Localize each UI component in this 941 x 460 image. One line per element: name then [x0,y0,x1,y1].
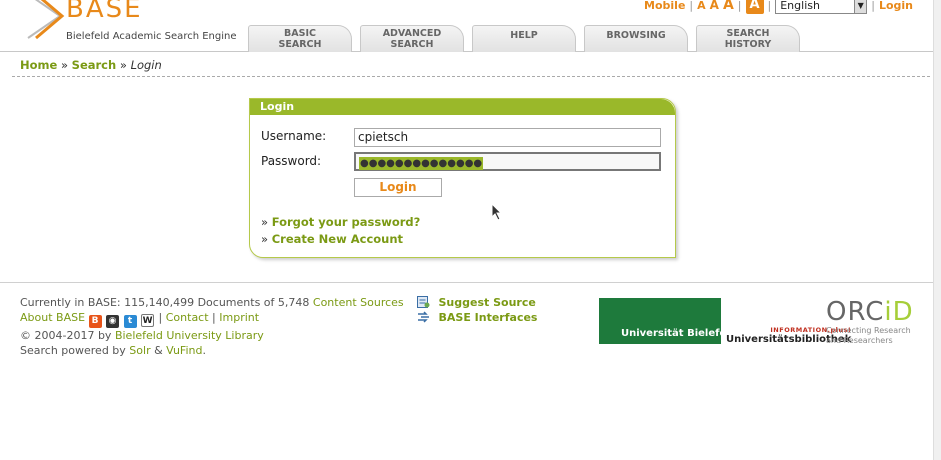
footer-copyright-line: © 2004-2017 by Bielefeld University Libr… [20,328,404,343]
bullet: » [261,232,269,246]
font-size-small-button[interactable]: A [697,0,706,12]
mobile-link[interactable]: Mobile [644,0,685,12]
breadcrumb-current: Login [130,58,162,72]
site-header: BASE Bielefeld Academic Search Engine Mo… [0,0,941,52]
divider [12,76,930,77]
footer-stats-text: Currently in BASE: 115,140,499 Documents… [20,296,310,309]
solr-link[interactable]: Solr [129,344,150,357]
username-label: Username: [261,129,327,143]
password-value: ●●●●●●●●●●●●●● [359,157,484,170]
username-field[interactable]: cpietsch [354,128,661,147]
orcid-logo[interactable]: ORCiD Connecting Research and Researcher… [826,298,914,346]
base-interfaces-row: BASE Interfaces [417,310,537,325]
suggest-source-row: Suggest Source [417,295,537,310]
bullet: » [261,215,269,229]
scrollbar[interactable] [933,0,941,460]
tab-search-history[interactable]: SEARCH HISTORY [696,25,800,52]
wikipedia-icon[interactable]: W [141,314,155,327]
create-account-link[interactable]: Create New Account [272,232,403,246]
uni-bielefeld-logo[interactable]: Universität Bielefeld [599,298,737,344]
footer-tools: Suggest Source BASE Interfaces [417,295,537,325]
breadcrumb-separator: » [60,58,69,72]
suggest-source-icon [417,296,430,308]
separator: | [737,0,742,12]
blog-icon[interactable]: B [88,315,102,328]
login-submit-button[interactable]: Login [354,178,442,197]
tab-advanced-search[interactable]: ADVANCED SEARCH [360,25,464,52]
password-field[interactable]: ●●●●●●●●●●●●●● [354,152,661,171]
footer-info: Currently in BASE: 115,140,499 Documents… [20,295,404,358]
orcid-tagline-1: Connecting Research [826,326,911,335]
tab-label-line1: ADVANCED [382,28,442,39]
base-interfaces-link[interactable]: BASE Interfaces [439,311,538,324]
orcid-wordmark: ORCiD [826,298,914,326]
library-link[interactable]: Bielefeld University Library [115,329,264,342]
video-icon[interactable]: ◉ [106,315,120,328]
vufind-link[interactable]: VuFind [166,344,202,357]
tab-label-line1: BROWSING [606,30,666,41]
tab-browsing[interactable]: BROWSING [584,25,688,52]
ampersand: & [154,344,163,357]
tab-label-line2: HISTORY [724,39,772,50]
separator: | [212,311,216,324]
footer-divider [0,282,941,283]
base-logo-icon[interactable] [22,0,66,40]
site-logo-text[interactable]: BASE [66,0,143,24]
orcid-id-text: iD [884,297,914,327]
breadcrumb: Home » Search » Login [20,58,162,72]
period: . [202,344,206,357]
interfaces-icon [418,311,429,323]
separator: | [871,0,875,12]
high-contrast-button[interactable]: A [745,0,764,14]
breadcrumb-home-link[interactable]: Home [20,58,57,72]
footer-powered-line: Search powered by Solr & VuFind. [20,343,404,358]
password-label: Password: [261,154,322,168]
login-link[interactable]: Login [879,0,913,12]
footer-about-line: About BASE B ◉ t W | Contact | Imprint [20,310,404,328]
orcid-tagline-2: and Researchers [826,336,893,345]
separator: | [689,0,694,12]
tab-label-line2: SEARCH [278,39,322,50]
font-size-medium-button[interactable]: A [710,0,719,12]
imprint-link[interactable]: Imprint [219,311,259,324]
tab-basic-search[interactable]: BASIC SEARCH [248,25,352,52]
chevron-down-icon[interactable]: ▼ [854,0,867,13]
login-panel-title: Login [250,99,675,115]
top-toolbar: Mobile | A A A | A | English ▼ | Login [644,0,913,15]
footer-stats-line: Currently in BASE: 115,140,499 Documents… [20,295,404,310]
tab-help[interactable]: HELP [472,25,576,52]
separator: | [767,0,772,12]
font-size-large-button[interactable]: A [723,0,734,13]
separator: | [158,311,163,324]
twitter-icon[interactable]: t [123,315,137,328]
copyright-text: © 2004-2017 by [20,329,112,342]
tab-label-line1: HELP [510,30,538,41]
main-nav-tabs: BASIC SEARCH ADVANCED SEARCH HELP BROWSI… [248,25,808,52]
tab-label-line2: SEARCH [390,39,434,50]
language-value: English [780,0,820,12]
uni-bielefeld-logo-text: Universität Bielefeld [621,328,737,339]
breadcrumb-search-link[interactable]: Search [72,58,117,72]
forgot-password-link[interactable]: Forgot your password? [272,215,421,229]
breadcrumb-separator: » [119,58,127,72]
mouse-cursor-icon [491,203,503,221]
powered-text: Search powered by [20,344,126,357]
login-panel: Login Username: cpietsch Password: ●●●●●… [249,98,676,258]
tab-label-line1: SEARCH [726,28,770,39]
about-base-link[interactable]: About BASE [20,311,85,324]
content-sources-link[interactable]: Content Sources [313,296,404,309]
site-subtitle: Bielefeld Academic Search Engine [66,31,237,42]
contact-link[interactable]: Contact [166,311,209,324]
language-select[interactable]: English ▼ [775,0,868,14]
suggest-source-link[interactable]: Suggest Source [439,296,536,309]
orcid-text: ORC [826,297,885,327]
create-account-row: » Create New Account [261,232,403,246]
forgot-password-row: » Forgot your password? [261,215,420,229]
tab-label-line1: BASIC [284,28,316,39]
